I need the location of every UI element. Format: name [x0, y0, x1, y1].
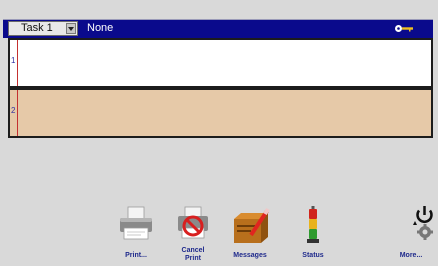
print-line-row-1[interactable]: 1 [8, 38, 433, 88]
power-settings-icon [413, 206, 433, 240]
row-number: 1 [11, 56, 16, 65]
cancel-print-button[interactable]: Cancel Print [168, 205, 218, 263]
dropdown-arrow-icon[interactable] [66, 23, 76, 34]
more-button[interactable]: More... [386, 205, 436, 263]
cancel-label-line1: Cancel [181, 247, 205, 254]
cancel-print-icon [178, 206, 208, 239]
task-selector-label: Task 1 [21, 22, 53, 34]
cursor-line [17, 90, 18, 136]
messages-label: Messages [233, 252, 267, 259]
messages-button[interactable]: Messages [225, 205, 275, 263]
task-selector[interactable]: Task 1 [8, 21, 78, 36]
messages-icon [234, 207, 270, 243]
status-label: Status [302, 252, 324, 259]
status-button[interactable]: Status [288, 205, 338, 263]
more-label: More... [399, 252, 423, 259]
task-header-bar: Task 1 None [3, 19, 433, 38]
cursor-line [17, 40, 18, 86]
status-light-icon [307, 206, 319, 243]
printer-icon [120, 206, 152, 240]
task-status-text: None [87, 22, 114, 34]
key-icon[interactable] [394, 24, 414, 33]
row-number: 2 [11, 106, 16, 115]
print-line-row-2[interactable]: 2 [8, 88, 433, 138]
print-button[interactable]: Print... [111, 205, 161, 263]
cancel-label-line2: Print [185, 255, 201, 262]
print-label: Print... [125, 252, 147, 259]
